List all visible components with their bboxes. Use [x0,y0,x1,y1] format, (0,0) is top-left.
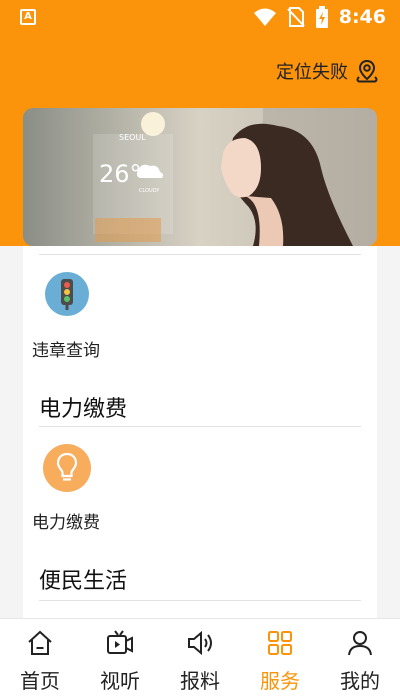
tab-label: 报料 [180,669,220,693]
divider [39,254,361,255]
status-bar: A 8:46 [0,0,400,36]
banner-city: SEOUL [119,133,146,142]
traffic-light-icon[interactable] [45,272,89,316]
tab-label: 首页 [20,669,60,693]
user-icon [348,631,372,656]
tab-label: 视听 [100,669,140,693]
location-pin-icon [356,59,378,83]
banner-image[interactable]: SEOUL 26° CLOUDY [23,108,377,246]
no-sim-icon [287,7,305,27]
divider [39,600,361,601]
battery-icon [315,6,328,28]
banner-temp: 26° [99,160,142,188]
location-button[interactable]: 定位失败 [276,58,380,84]
bottom-tab-bar: 首页 视听 报料 服务 我的 [0,618,400,700]
app-notification-icon: A [20,9,36,25]
tab-label: 服务 [260,669,300,693]
section-title-electricity: 电力缴费 [39,397,128,422]
speaker-icon [188,630,212,656]
clock: 8:46 [338,6,386,28]
location-status-text: 定位失败 [276,62,348,83]
lightbulb-icon[interactable] [43,444,91,492]
wifi-icon [253,8,276,26]
status-icons: 8:46 [253,6,386,28]
grid-icon [268,631,292,655]
tab-services[interactable]: 服务 [240,619,320,700]
service-traffic-violation[interactable]: 违章查询 [32,336,100,361]
tab-home[interactable]: 首页 [0,619,80,700]
tab-report[interactable]: 报料 [160,619,240,700]
divider [39,426,361,427]
banner-illustration: SEOUL 26° CLOUDY [23,108,377,246]
services-card: 违章查询 电力缴费 电力缴费 便民生活 [23,246,377,618]
section-title-convenience: 便民生活 [39,569,128,594]
service-electricity-payment[interactable]: 电力缴费 [32,508,100,533]
tab-label: 我的 [340,669,380,693]
home-icon [28,630,52,655]
tab-video[interactable]: 视听 [80,619,160,700]
video-icon [107,630,133,654]
tab-profile[interactable]: 我的 [320,619,400,700]
banner-condition: CLOUDY [139,188,160,194]
